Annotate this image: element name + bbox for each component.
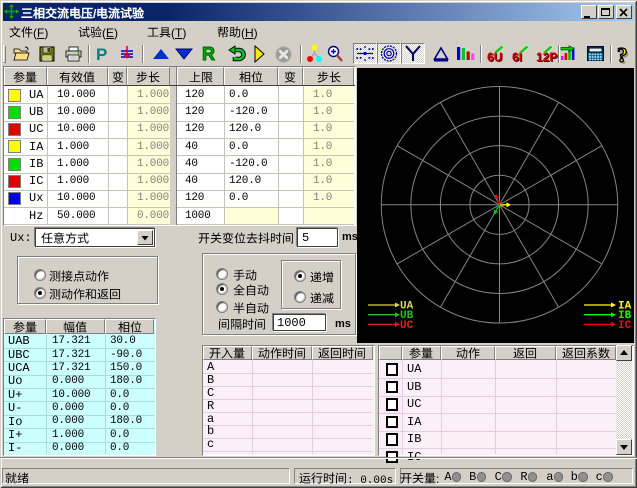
svg-text:IC: IC (618, 320, 632, 332)
svg-text:UC: UC (400, 320, 414, 332)
